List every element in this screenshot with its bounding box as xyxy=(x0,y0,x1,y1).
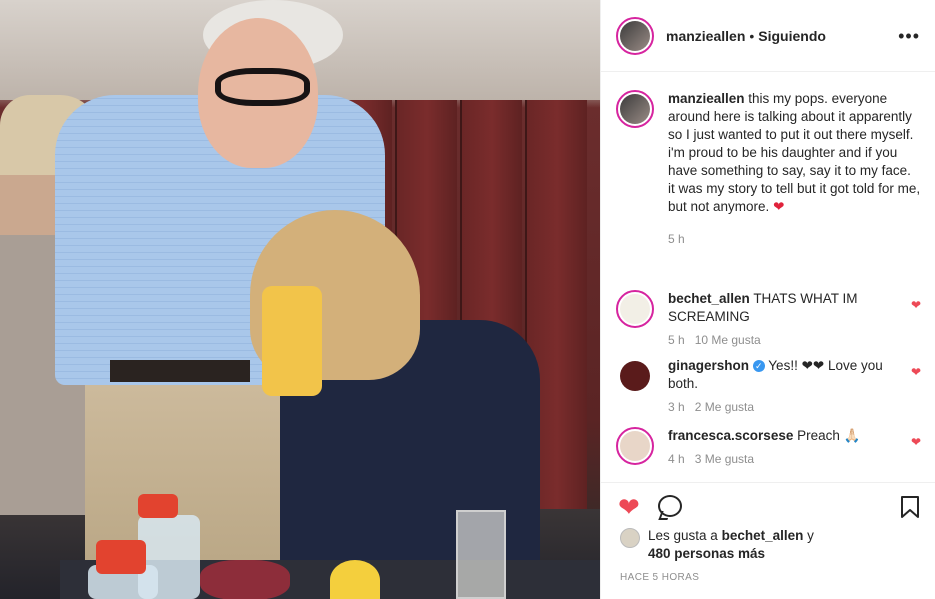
avatar[interactable] xyxy=(616,290,654,328)
photo-yellow-phone xyxy=(262,286,322,396)
comment-heart-icon[interactable]: ❤ xyxy=(911,365,921,379)
instagram-post: manzieallen • Siguiendo ••• manzieallen th… xyxy=(0,0,935,599)
avatar-image xyxy=(620,94,650,124)
comment-body: francesca.scorsese Preach 🙏🏻 4 h 3 Me gus… xyxy=(668,427,890,468)
avatar-image xyxy=(620,361,650,391)
separator-dot: • xyxy=(749,27,755,44)
liker-avatar[interactable] xyxy=(620,528,640,548)
comment-likes[interactable]: 10 Me gusta xyxy=(695,333,761,347)
comment-meta: 4 h 3 Me gusta xyxy=(668,450,890,468)
comment-likes[interactable]: 3 Me gusta xyxy=(695,452,754,466)
username-link[interactable]: manzieallen xyxy=(666,28,745,44)
caption-username[interactable]: manzieallen xyxy=(668,91,745,106)
heart-emoji: ❤ xyxy=(773,199,785,214)
caption-body: this my pops. everyone around here is ta… xyxy=(668,91,921,214)
comment-time[interactable]: 4 h xyxy=(668,452,685,466)
post-timestamp[interactable]: HACE 5 HORAS xyxy=(620,572,699,583)
likes-suffix: y xyxy=(807,528,814,543)
comment-body: ginagershon ✓ Yes!! ❤❤ Love you both. 3 … xyxy=(668,357,890,416)
comment-icon[interactable] xyxy=(658,495,682,517)
action-bar: ❤ Les gusta a bechet_allen y 480 persona… xyxy=(601,482,935,592)
comment-likes[interactable]: 2 Me gusta xyxy=(695,400,754,414)
photo-glass xyxy=(456,510,506,599)
photo-glasses xyxy=(215,68,310,106)
comment-username[interactable]: ginagershon xyxy=(668,358,749,373)
likes-prefix: Les gusta a xyxy=(648,528,718,543)
comment: bechet_allen THATS WHAT IM SCREAMING 5 h… xyxy=(616,290,921,349)
photo-banana xyxy=(330,560,380,599)
post-photo[interactable] xyxy=(0,0,600,599)
caption-text: manzieallen this my pops. everyone aroun… xyxy=(668,90,921,248)
photo-grapes xyxy=(200,560,290,599)
photo-bottle-cap xyxy=(138,494,178,518)
avatar[interactable] xyxy=(616,16,654,55)
bookmark-icon[interactable] xyxy=(900,495,920,519)
likes-summary: Les gusta a bechet_allen y 480 personas … xyxy=(620,527,814,563)
follow-button[interactable]: Siguiendo xyxy=(758,28,826,44)
photo-belt xyxy=(110,360,250,382)
avatar[interactable] xyxy=(616,427,654,465)
header-user: manzieallen • Siguiendo xyxy=(666,28,826,44)
verified-badge-icon: ✓ xyxy=(752,360,765,372)
likes-text: Les gusta a bechet_allen y 480 personas … xyxy=(648,527,814,563)
comment-meta: 5 h 10 Me gusta xyxy=(668,331,890,349)
liker-username[interactable]: bechet_allen xyxy=(722,528,804,543)
comment: ginagershon ✓ Yes!! ❤❤ Love you both. 3 … xyxy=(616,357,921,416)
comment-time[interactable]: 3 h xyxy=(668,400,685,414)
comment-meta: 3 h 2 Me gusta xyxy=(668,398,890,416)
avatar-image xyxy=(620,431,650,461)
more-options-icon[interactable]: ••• xyxy=(898,26,920,47)
comment-heart-icon[interactable]: ❤ xyxy=(911,435,921,449)
avatar-image xyxy=(620,294,650,324)
avatar-image xyxy=(620,20,650,51)
photo-bottle-cap xyxy=(96,540,146,574)
caption: manzieallen this my pops. everyone aroun… xyxy=(616,90,921,248)
avatar[interactable] xyxy=(616,357,654,395)
comment-time[interactable]: 5 h xyxy=(668,333,685,347)
like-heart-icon[interactable]: ❤ xyxy=(618,493,640,521)
comment-body: bechet_allen THATS WHAT IM SCREAMING 5 h… xyxy=(668,290,890,349)
comment-username[interactable]: bechet_allen xyxy=(668,291,750,306)
avatar[interactable] xyxy=(616,90,654,128)
comment-username[interactable]: francesca.scorsese xyxy=(668,428,793,443)
post-header: manzieallen • Siguiendo ••• xyxy=(601,0,935,72)
comment: francesca.scorsese Preach 🙏🏻 4 h 3 Me gus… xyxy=(616,427,921,468)
post-sidebar: manzieallen • Siguiendo ••• manzieallen th… xyxy=(600,0,935,599)
comment-text: Preach 🙏🏻 xyxy=(797,428,861,443)
caption-time[interactable]: 5 h xyxy=(668,230,921,248)
comment-heart-icon[interactable]: ❤ xyxy=(911,298,921,312)
likes-others[interactable]: 480 personas más xyxy=(648,546,765,561)
